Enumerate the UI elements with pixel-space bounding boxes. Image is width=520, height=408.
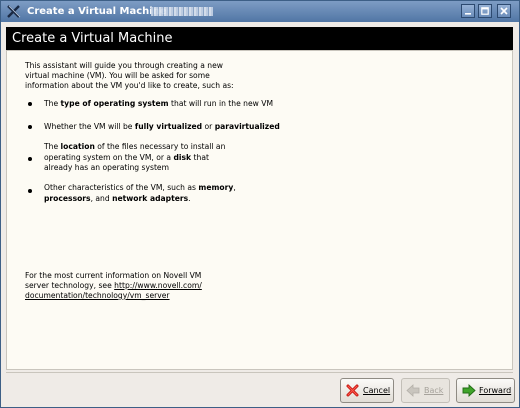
bullet-dot <box>28 157 32 161</box>
bullet-dot <box>28 125 32 129</box>
bullet-os: The type of operating system that will r… <box>44 99 274 108</box>
wizard-window: Create a Virtual Machine Create a Virtua… <box>0 0 520 408</box>
cancel-icon <box>346 384 359 397</box>
forward-label: Forward <box>479 386 512 395</box>
forward-arrow-icon <box>462 383 476 398</box>
bullet-location-line-3: already has an operating system <box>44 163 169 172</box>
maximize-button[interactable] <box>478 4 492 18</box>
intro-line-3: information about the VM you'd like to c… <box>25 81 234 90</box>
content-panel: This assistant will guide you through cr… <box>6 50 513 370</box>
back-button[interactable]: Back <box>401 378 450 403</box>
page-banner: Create a Virtual Machine <box>6 27 513 50</box>
bullet-dot <box>28 102 32 106</box>
bullet-other-line-2: processors, and network adapters. <box>44 194 191 203</box>
cancel-label: Cancel <box>363 386 391 395</box>
cancel-button[interactable]: Cancel <box>340 378 394 403</box>
title-obscured-region <box>151 7 213 16</box>
close-button[interactable] <box>497 4 511 18</box>
novell-doc-link[interactable]: http://www.novell.com/ <box>114 281 202 290</box>
bullet-location-line-2: operating system on the VM, or a disk th… <box>44 153 209 162</box>
forward-button[interactable]: Forward <box>456 378 515 403</box>
bullet-location-line-1: The location of the files necessary to i… <box>44 142 226 151</box>
page-title: Create a Virtual Machine <box>12 31 173 46</box>
button-separator <box>6 372 513 373</box>
back-label: Back <box>424 386 444 395</box>
app-icon[interactable] <box>7 5 21 18</box>
bullet-other-line-1: Other characteristics of the VM, such as… <box>44 183 236 192</box>
back-arrow-icon <box>406 384 420 397</box>
minimize-icon <box>465 13 471 15</box>
bullet-virtualization: Whether the VM will be fully virtualized… <box>44 122 280 131</box>
maximize-icon <box>481 7 489 15</box>
novell-doc-link-continued[interactable]: documentation/technology/vm_server <box>25 291 170 301</box>
bullet-dot <box>28 189 32 193</box>
minimize-button[interactable] <box>461 4 475 18</box>
footer-info-line-1: For the most current information on Nove… <box>25 271 202 280</box>
close-icon <box>500 7 508 15</box>
intro-line-2: virtual machine (VM). You will be asked … <box>25 71 210 80</box>
window-title: Create a Virtual Machine <box>27 6 167 17</box>
intro-line-1: This assistant will guide you through cr… <box>25 61 223 70</box>
footer-info-line-2: server technology, see http://www.novell… <box>25 281 202 290</box>
title-bar[interactable]: Create a Virtual Machine <box>1 1 519 22</box>
